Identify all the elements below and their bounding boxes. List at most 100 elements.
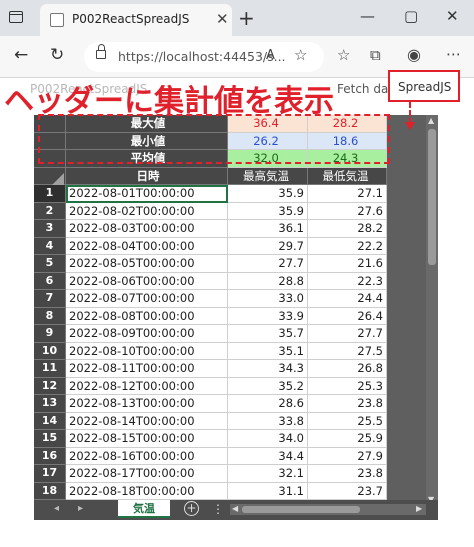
high-temp-cell[interactable]: 34.4	[228, 447, 308, 465]
date-cell[interactable]: 2022-08-06T00:00:00	[66, 272, 228, 290]
low-temp-cell[interactable]: 22.3	[308, 272, 387, 290]
low-temp-cell[interactable]: 23.8	[308, 395, 387, 413]
row-header[interactable]: 2	[34, 202, 66, 220]
date-cell[interactable]: 2022-08-18T00:00:00	[66, 482, 228, 500]
low-temp-cell[interactable]: 27.5	[308, 342, 387, 360]
row-header[interactable]: 15	[34, 430, 66, 448]
high-temp-cell[interactable]: 28.6	[228, 395, 308, 413]
date-cell[interactable]: 2022-08-14T00:00:00	[66, 412, 228, 430]
high-temp-cell[interactable]: 32.1	[228, 465, 308, 483]
date-cell[interactable]: 2022-08-17T00:00:00	[66, 465, 228, 483]
date-cell[interactable]: 2022-08-01T00:00:00	[66, 185, 228, 203]
browser-tab[interactable]: P002ReactSpreadJS ✕	[40, 4, 232, 36]
low-temp-cell[interactable]: 27.9	[308, 447, 387, 465]
scroll-left-icon[interactable]: ◀	[232, 504, 238, 513]
row-header[interactable]: 13	[34, 395, 66, 413]
low-temp-cell[interactable]: 23.7	[308, 482, 387, 500]
row-header[interactable]: 5	[34, 255, 66, 273]
date-cell[interactable]: 2022-08-09T00:00:00	[66, 325, 228, 343]
date-cell[interactable]: 2022-08-03T00:00:00	[66, 220, 228, 238]
column-header-low[interactable]: 最低気温	[308, 167, 387, 185]
column-header-date[interactable]: 日時	[66, 167, 228, 185]
row-header[interactable]: 10	[34, 342, 66, 360]
high-temp-cell[interactable]: 35.9	[228, 202, 308, 220]
date-cell[interactable]: 2022-08-05T00:00:00	[66, 255, 228, 273]
close-window-icon[interactable]: ✕	[446, 7, 459, 25]
favorites-icon[interactable]: ☆	[337, 46, 350, 64]
row-header[interactable]: 4	[34, 237, 66, 255]
nav-spreadjs[interactable]: SpreadJS	[388, 70, 460, 102]
date-cell[interactable]: 2022-08-16T00:00:00	[66, 447, 228, 465]
refresh-icon[interactable]: ↻	[50, 45, 64, 65]
high-temp-cell[interactable]: 35.1	[228, 342, 308, 360]
low-temp-cell[interactable]: 27.1	[308, 185, 387, 203]
low-temp-cell[interactable]: 26.4	[308, 307, 387, 325]
row-header[interactable]: 3	[34, 220, 66, 238]
high-temp-cell[interactable]: 34.0	[228, 430, 308, 448]
close-tab-icon[interactable]: ✕	[216, 10, 229, 28]
low-temp-cell[interactable]: 28.2	[308, 220, 387, 238]
row-header[interactable]: 16	[34, 447, 66, 465]
row-header[interactable]: 17	[34, 465, 66, 483]
scroll-up-icon[interactable]: ▲	[428, 116, 434, 125]
row-header[interactable]: 1	[34, 185, 66, 203]
add-sheet-icon[interactable]: +	[184, 501, 199, 516]
maximize-icon[interactable]: ▢	[404, 7, 418, 25]
high-temp-cell[interactable]: 35.9	[228, 185, 308, 203]
scroll-right-icon[interactable]: ▶	[416, 504, 422, 513]
lock-icon[interactable]	[96, 44, 106, 59]
high-temp-cell[interactable]: 33.0	[228, 290, 308, 308]
back-icon[interactable]: ←	[14, 45, 28, 65]
horizontal-scrollbar[interactable]: ◀ ▶	[230, 504, 426, 515]
more-options-icon[interactable]: ⋯	[446, 45, 461, 63]
vertical-scroll-thumb[interactable]	[428, 129, 436, 265]
high-temp-cell[interactable]: 35.2	[228, 377, 308, 395]
date-cell[interactable]: 2022-08-13T00:00:00	[66, 395, 228, 413]
date-cell[interactable]: 2022-08-02T00:00:00	[66, 202, 228, 220]
row-header[interactable]: 9	[34, 325, 66, 343]
date-cell[interactable]: 2022-08-07T00:00:00	[66, 290, 228, 308]
low-temp-cell[interactable]: 25.3	[308, 377, 387, 395]
row-header[interactable]: 12	[34, 377, 66, 395]
low-temp-cell[interactable]: 25.5	[308, 412, 387, 430]
low-temp-cell[interactable]: 26.8	[308, 360, 387, 378]
high-temp-cell[interactable]: 35.7	[228, 325, 308, 343]
high-temp-cell[interactable]: 34.3	[228, 360, 308, 378]
minimize-icon[interactable]: —	[360, 7, 375, 25]
high-temp-cell[interactable]: 33.8	[228, 412, 308, 430]
next-sheet-icon[interactable]: ▸	[78, 503, 83, 514]
high-temp-cell[interactable]: 28.8	[228, 272, 308, 290]
sheet-tab[interactable]: 気温	[118, 500, 170, 518]
read-aloud-icon[interactable]: A	[266, 48, 275, 63]
more-options-icon[interactable]: ⋮	[212, 502, 224, 516]
prev-sheet-icon[interactable]: ◂	[54, 503, 59, 514]
high-temp-cell[interactable]: 36.1	[228, 220, 308, 238]
low-temp-cell[interactable]: 25.9	[308, 430, 387, 448]
low-temp-cell[interactable]: 27.6	[308, 202, 387, 220]
profile-icon[interactable]: ◉	[407, 45, 421, 64]
favorite-icon[interactable]: ☆	[294, 46, 307, 64]
date-cell[interactable]: 2022-08-11T00:00:00	[66, 360, 228, 378]
low-temp-cell[interactable]: 24.4	[308, 290, 387, 308]
spreadsheet[interactable]: 最大値 36.4 28.2 最小値 26.2 18.6 平均値 32.0 24.…	[34, 115, 438, 520]
vertical-scrollbar[interactable]: ▲ ▼	[426, 115, 438, 507]
tab-actions-icon[interactable]	[9, 11, 23, 23]
date-cell[interactable]: 2022-08-12T00:00:00	[66, 377, 228, 395]
high-temp-cell[interactable]: 29.7	[228, 237, 308, 255]
low-temp-cell[interactable]: 21.6	[308, 255, 387, 273]
row-header[interactable]: 11	[34, 360, 66, 378]
high-temp-cell[interactable]: 33.9	[228, 307, 308, 325]
address-bar[interactable]: https://localhost:44453/s...	[84, 42, 324, 72]
date-cell[interactable]: 2022-08-04T00:00:00	[66, 237, 228, 255]
low-temp-cell[interactable]: 23.8	[308, 465, 387, 483]
column-header-high[interactable]: 最高気温	[228, 167, 308, 185]
horizontal-scroll-thumb[interactable]	[242, 506, 360, 513]
new-tab-icon[interactable]: +	[238, 6, 255, 30]
row-header[interactable]: 6	[34, 272, 66, 290]
url-text[interactable]: https://localhost:44453/s...	[118, 49, 286, 64]
low-temp-cell[interactable]: 22.2	[308, 237, 387, 255]
high-temp-cell[interactable]: 31.1	[228, 482, 308, 500]
high-temp-cell[interactable]: 27.7	[228, 255, 308, 273]
date-cell[interactable]: 2022-08-10T00:00:00	[66, 342, 228, 360]
date-cell[interactable]: 2022-08-15T00:00:00	[66, 430, 228, 448]
